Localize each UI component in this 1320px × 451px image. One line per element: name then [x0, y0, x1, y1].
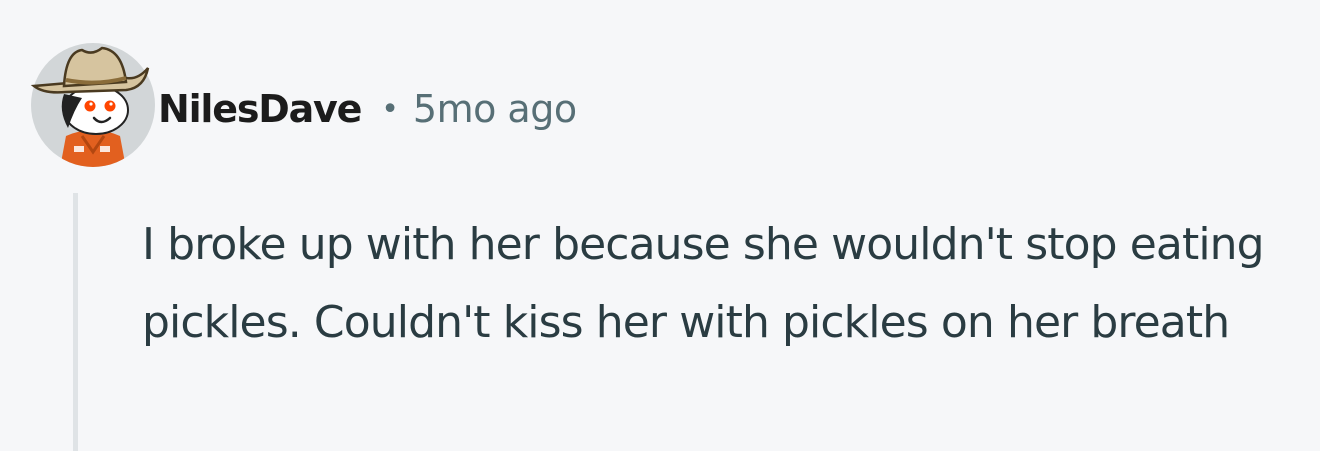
- timestamp[interactable]: 5mo ago: [413, 87, 577, 131]
- thread-collapse-line[interactable]: [73, 193, 78, 451]
- meta-separator: •: [381, 91, 399, 127]
- comment-body: I broke up with her because she wouldn't…: [142, 219, 1265, 348]
- username-link[interactable]: NilesDave: [158, 87, 362, 131]
- comment: NilesDave • 5mo ago I broke up with her …: [0, 0, 1320, 451]
- cowboy-snoo-avatar-icon: [30, 43, 155, 167]
- comment-meta: NilesDave • 5mo ago: [158, 84, 577, 134]
- user-avatar[interactable]: [30, 40, 156, 168]
